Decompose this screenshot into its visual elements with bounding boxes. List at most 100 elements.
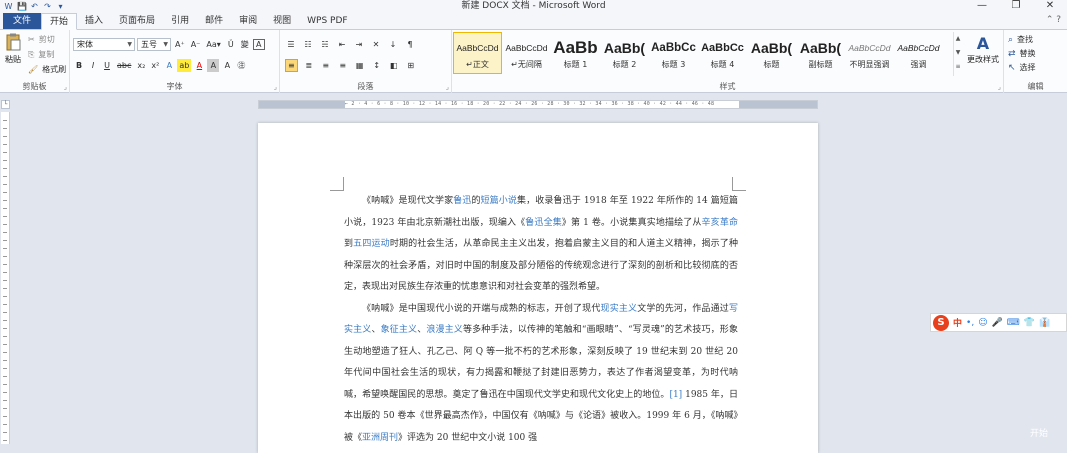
tab-wps-pdf[interactable]: WPS PDF	[299, 13, 355, 29]
microphone-icon[interactable]: 🎤	[992, 318, 1003, 328]
style-heading-2[interactable]: AaBb(标题 2	[600, 32, 649, 74]
undo-icon[interactable]: ↶	[30, 2, 39, 11]
copy-button[interactable]: ⎘ 复制	[28, 48, 56, 61]
minimize-button[interactable]: —	[965, 0, 999, 12]
hyperlink[interactable]: 象征主义	[381, 325, 418, 335]
chevron-down-icon[interactable]: ▼	[954, 46, 962, 60]
tab-home[interactable]: 开始	[41, 13, 78, 30]
sogou-logo-icon[interactable]: S	[933, 314, 949, 331]
close-button[interactable]: ✕	[1033, 0, 1067, 12]
clipboard-launcher-icon[interactable]: ⌟	[64, 83, 67, 91]
replace-button[interactable]: ⇄ 替换	[1008, 47, 1038, 60]
paragraph[interactable]: 《呐喊》是中国现代小说的开端与成熟的标志，开创了现代现实主义文学的先河，作品通过…	[344, 299, 738, 450]
style-title[interactable]: AaBb(标题	[747, 32, 796, 74]
distributed-button[interactable]: ▦	[354, 59, 366, 72]
style-heading-3[interactable]: AaBbCc 标题 3	[649, 32, 698, 74]
character-shading-button[interactable]: A	[207, 59, 220, 72]
tab-selector[interactable]: └	[1, 100, 10, 109]
document-page[interactable]: 《呐喊》是现代文学家鲁迅的短篇小说集，收录鲁迅于 1918 年至 1922 年所…	[258, 123, 818, 453]
enclose-characters-button[interactable]: 變	[239, 38, 251, 51]
sort-button[interactable]: ↓	[387, 38, 399, 51]
align-right-button[interactable]: ≡	[320, 59, 332, 72]
style-heading-1[interactable]: AaBb 标题 1	[551, 32, 600, 74]
ime-language-toggle[interactable]: 中	[953, 316, 962, 329]
subscript-button[interactable]: x₂	[135, 59, 147, 72]
show-marks-button[interactable]: ¶	[404, 38, 416, 51]
horizontal-ruler[interactable]: ⌐ 2 · 4 · 6 · 8 · 10 · 12 · 14 · 16 · 18…	[258, 100, 818, 109]
style-subtitle[interactable]: AaBb(副标题	[796, 32, 845, 74]
hyperlink[interactable]: 现实主义	[601, 304, 638, 314]
style-subtle-emphasis[interactable]: AaBbCcDd 不明显强调	[845, 32, 894, 74]
align-center-button[interactable]: ≣	[303, 59, 315, 72]
format-painter-button[interactable]: 🖌 格式刷	[28, 63, 68, 76]
strikethrough-button[interactable]: abc	[115, 59, 133, 72]
restore-button[interactable]: ❐	[999, 0, 1033, 12]
emoji-icon[interactable]: ☺	[978, 318, 987, 328]
decrease-indent-button[interactable]: ⇤	[336, 38, 348, 51]
tab-file[interactable]: 文件	[3, 13, 42, 29]
increase-indent-button[interactable]: ⇥	[353, 38, 365, 51]
text-effects-button[interactable]: A	[163, 59, 175, 72]
hyperlink[interactable]: 浪漫主义	[426, 325, 463, 335]
change-styles-button[interactable]: A 更改样式	[964, 34, 1002, 65]
font-launcher-icon[interactable]: ⌟	[274, 83, 277, 91]
style-no-spacing[interactable]: AaBbCcDd ↵无间隔	[502, 32, 551, 74]
punctuation-icon[interactable]: •,	[966, 318, 974, 328]
chevron-up-icon[interactable]: ▲	[954, 32, 962, 46]
tab-review[interactable]: 审阅	[231, 13, 265, 29]
paragraph[interactable]: 《呐喊》是现代文学家鲁迅的短篇小说集，收录鲁迅于 1918 年至 1922 年所…	[344, 191, 738, 299]
numbering-button[interactable]: ☷	[302, 38, 314, 51]
chinese-layout-button[interactable]: ✕	[370, 38, 382, 51]
paste-button[interactable]: 粘贴	[3, 33, 23, 65]
font-family-select[interactable]: 宋体 ▼	[73, 38, 135, 51]
hyperlink[interactable]: 辛亥革命	[702, 218, 738, 228]
bold-button[interactable]: B	[73, 59, 85, 72]
highlight-button[interactable]: ab	[177, 59, 192, 72]
document-body[interactable]: 《呐喊》是现代文学家鲁迅的短篇小说集，收录鲁迅于 1918 年至 1922 年所…	[344, 191, 738, 449]
change-case-button[interactable]: Aa▾	[204, 38, 222, 51]
italic-button[interactable]: I	[87, 59, 99, 72]
tab-page-layout[interactable]: 页面布局	[111, 13, 163, 29]
redo-icon[interactable]: ↷	[43, 2, 52, 11]
keyboard-icon[interactable]: ⌨	[1007, 318, 1020, 328]
toolbox-icon[interactable]: 👔	[1039, 318, 1050, 328]
hyperlink[interactable]: 鲁迅全集	[525, 218, 562, 228]
customize-qat-icon[interactable]: ▾	[56, 2, 65, 11]
tab-insert[interactable]: 插入	[77, 13, 111, 29]
line-spacing-button[interactable]: ↕	[371, 59, 383, 72]
character-scale-button[interactable]: A	[221, 59, 233, 72]
borders-button[interactable]: ⊞	[405, 59, 417, 72]
hyperlink[interactable]: [1]	[669, 390, 682, 400]
enclosed-char-button[interactable]: ㊟	[235, 59, 247, 72]
style-heading-4[interactable]: AaBbCc 标题 4	[698, 32, 747, 74]
align-left-button[interactable]: ≡	[285, 59, 298, 72]
select-button[interactable]: ↖ 选择	[1008, 61, 1038, 74]
hyperlink[interactable]: 短篇小说	[481, 196, 517, 206]
font-color-button[interactable]: A	[193, 59, 205, 72]
more-icon[interactable]: ≡	[954, 60, 962, 74]
hyperlink[interactable]: 鲁迅	[453, 196, 471, 206]
multilevel-list-button[interactable]: ☵	[319, 38, 331, 51]
style-normal[interactable]: AaBbCcDd ↵正文	[453, 32, 502, 74]
pinyin-guide-button[interactable]: Ǔ	[225, 38, 237, 51]
styles-launcher-icon[interactable]: ⌟	[998, 83, 1001, 91]
underline-button[interactable]: U	[101, 59, 113, 72]
save-icon[interactable]: 💾	[17, 2, 27, 11]
shading-button[interactable]: ◧	[388, 59, 400, 72]
hyperlink[interactable]: 五四运动	[353, 239, 390, 249]
tab-references[interactable]: 引用	[163, 13, 197, 29]
skin-icon[interactable]: 👕	[1024, 318, 1035, 328]
vertical-ruler[interactable]	[1, 112, 10, 444]
grow-font-button[interactable]: A⁺	[173, 38, 187, 51]
justify-button[interactable]: ≡	[337, 59, 349, 72]
hyperlink[interactable]: 亚洲周刊	[362, 433, 398, 443]
tab-view[interactable]: 视图	[265, 13, 299, 29]
paragraph-launcher-icon[interactable]: ⌟	[446, 83, 449, 91]
character-border-button[interactable]: A	[252, 39, 265, 50]
find-button[interactable]: ⌕ 查找	[1008, 33, 1035, 46]
bullets-button[interactable]: ☰	[285, 38, 297, 51]
cut-button[interactable]: ✂ 剪切	[28, 33, 57, 46]
superscript-button[interactable]: x²	[149, 59, 161, 72]
style-emphasis[interactable]: AaBbCcDd 强调	[894, 32, 943, 74]
font-size-select[interactable]: 五号 ▼	[137, 38, 171, 51]
